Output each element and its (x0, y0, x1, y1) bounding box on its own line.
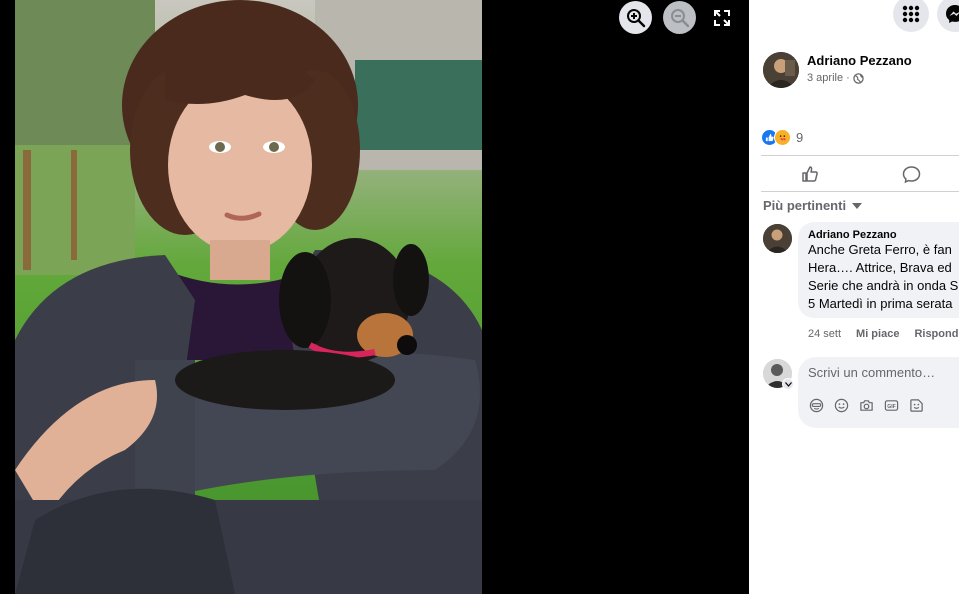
gif-button[interactable]: GIF (883, 397, 899, 413)
meta-separator: · (846, 72, 850, 84)
like-button[interactable] (798, 163, 822, 185)
comment-input[interactable] (808, 365, 959, 380)
divider (761, 191, 959, 192)
comment-timestamp[interactable]: 24 sett (808, 328, 841, 340)
fullscreen-icon (714, 10, 730, 26)
menu-button[interactable] (893, 0, 929, 32)
comment-text-line: Serie che andrà in onda S (808, 278, 959, 293)
comment-text-line: Hera…. Attrice, Brava ed (808, 260, 952, 275)
post-author-name[interactable]: Adriano Pezzano (807, 53, 912, 68)
messenger-button[interactable] (937, 0, 959, 32)
comment-button[interactable] (899, 163, 923, 185)
photo-viewer (0, 0, 749, 594)
emoji-button[interactable] (833, 397, 849, 413)
zoom-out-icon (670, 8, 689, 27)
comment-author-name[interactable]: Adriano Pezzano (808, 229, 959, 241)
photo[interactable] (15, 0, 482, 594)
grid-menu-icon (902, 5, 920, 23)
sort-label: Più pertinenti (763, 198, 847, 213)
sticker-icon (909, 398, 923, 412)
messenger-icon (946, 5, 959, 23)
zoom-in-button[interactable] (619, 1, 652, 34)
photo-button[interactable] (858, 397, 874, 413)
zoom-in-icon (626, 8, 645, 27)
comment-reply-link[interactable]: Rispondi (914, 328, 959, 340)
comment-sort-dropdown[interactable]: Più pertinenti (763, 198, 863, 213)
reaction-count: 9 (796, 130, 804, 145)
comment-composer: GIF (798, 357, 959, 428)
gif-icon: GIF (884, 399, 898, 411)
svg-text:GIF: GIF (887, 403, 896, 409)
account-switch-badge[interactable] (782, 378, 794, 390)
post-meta: 3 aprile · (807, 72, 864, 84)
avatar-icon (809, 398, 823, 412)
comment-bubble: Adriano Pezzano Anche Greta Ferro, è fan… (798, 222, 959, 318)
thumbs-up-icon (802, 166, 818, 182)
globe-icon (853, 72, 864, 84)
comment-text-line: 5 Martedì in prima serata (808, 296, 953, 311)
sticker-button[interactable] (908, 397, 924, 413)
emoji-icon (834, 398, 848, 412)
post-side-panel: Adriano Pezzano 3 aprile · 9 Più pertine… (749, 0, 959, 594)
reactions-summary[interactable]: 9 (761, 129, 803, 146)
comment-text-line: Anche Greta Ferro, è fan (808, 242, 952, 257)
author-avatar[interactable] (763, 52, 799, 88)
chevron-down-icon (784, 381, 792, 387)
camera-icon (859, 399, 873, 411)
care-reaction-icon (774, 129, 791, 146)
avatar-sticker-button[interactable] (808, 397, 824, 413)
comment-actions: 24 sett Mi piace Rispondi (808, 328, 959, 340)
fullscreen-button[interactable] (712, 8, 732, 28)
divider (761, 155, 959, 156)
post-date[interactable]: 3 aprile (807, 72, 843, 84)
comment-author-avatar[interactable] (763, 224, 792, 253)
composer-tools: GIF (808, 397, 924, 413)
comment-icon (902, 165, 920, 183)
comment-like-link[interactable]: Mi piace (856, 328, 899, 340)
zoom-out-button[interactable] (663, 1, 696, 34)
caret-down-icon (852, 202, 863, 209)
